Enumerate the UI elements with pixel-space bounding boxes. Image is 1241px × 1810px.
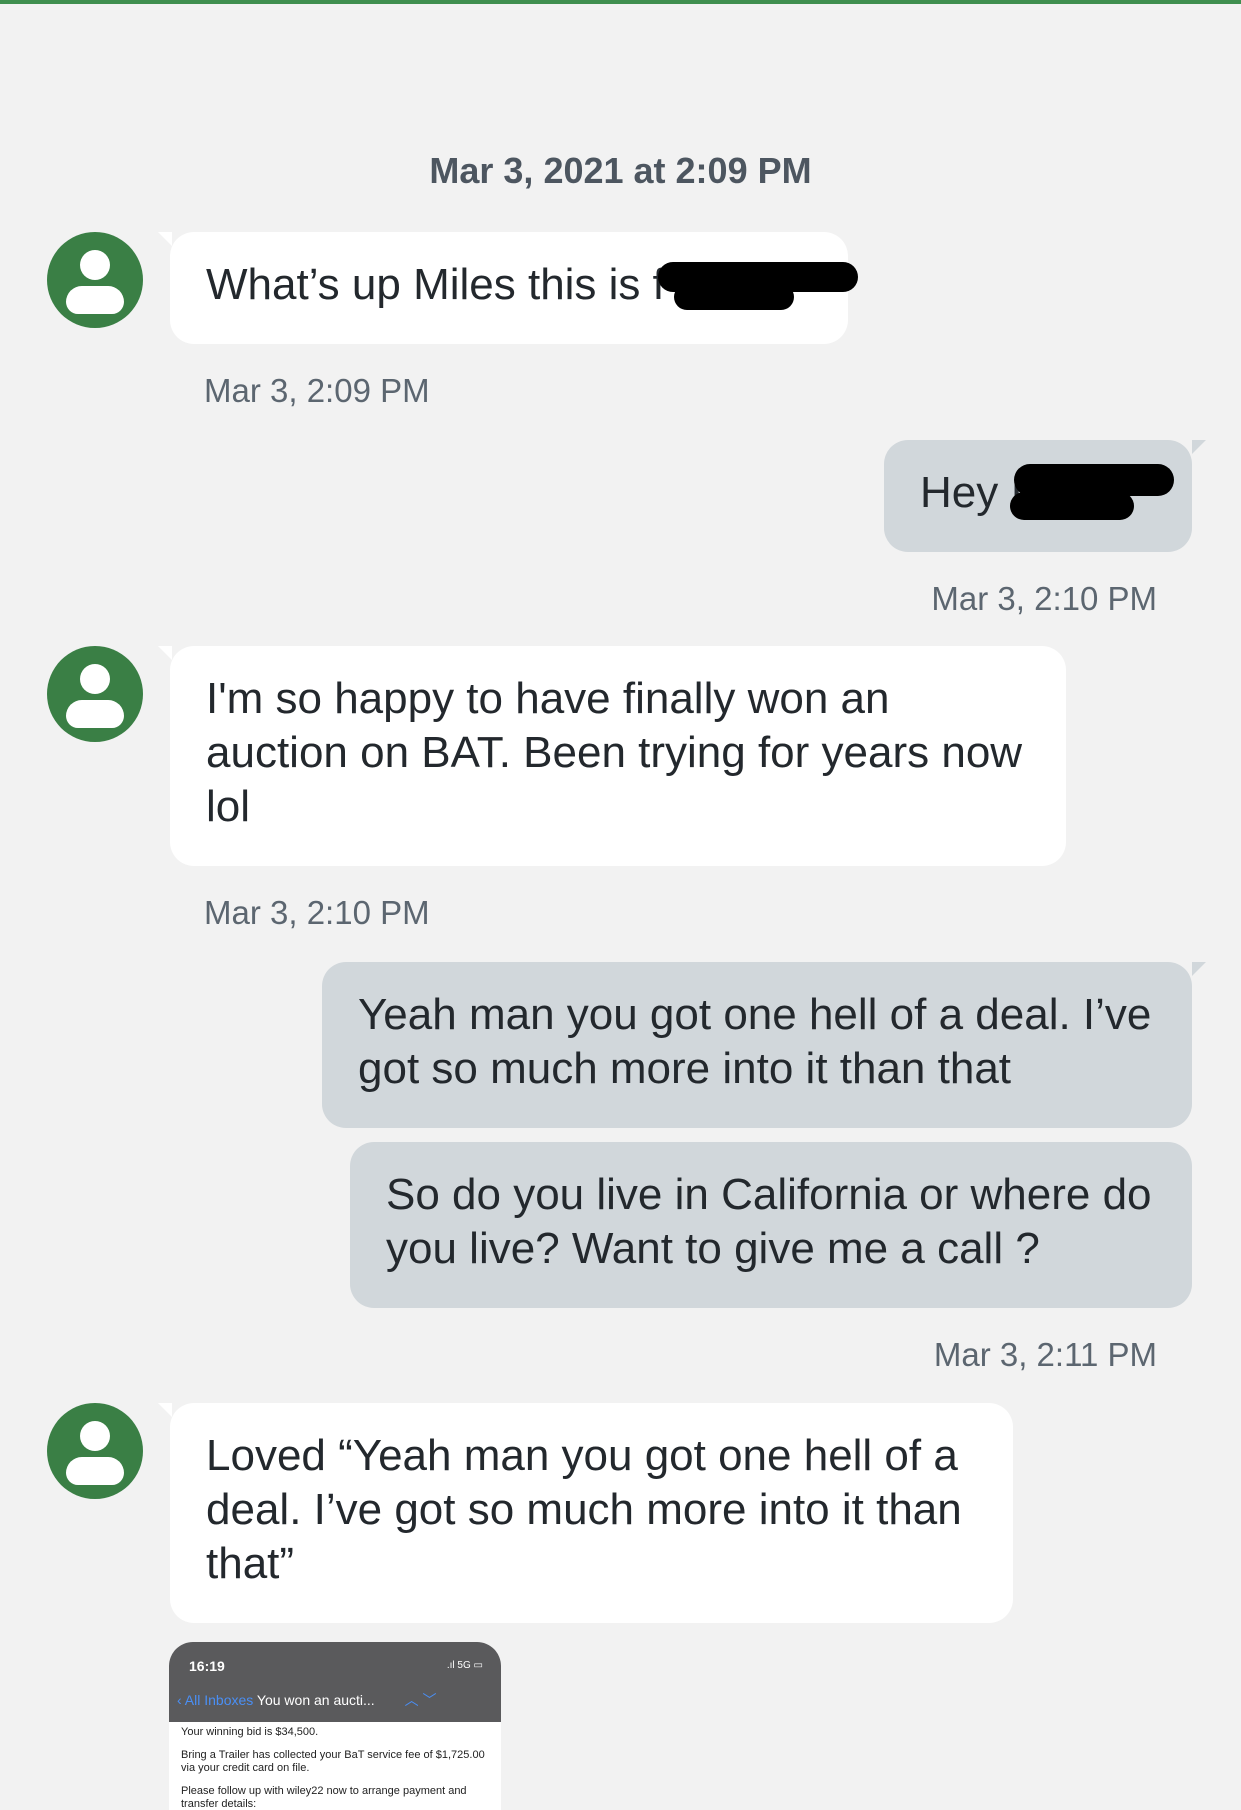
message-timestamp: Mar 3, 2:09 PM	[204, 372, 430, 409]
outgoing-message[interactable]: So do you live in California or where do…	[350, 1142, 1192, 1308]
incoming-message[interactable]: I'm so happy to have finally won an auct…	[158, 646, 1066, 866]
mail-line: Please follow up with wiley22 now to arr…	[181, 1785, 467, 1810]
message-text: Hey I	[920, 468, 1023, 517]
message-text: I'm so happy to have finally won an auct…	[206, 674, 1023, 831]
incoming-message[interactable]: What’s up Miles this is f	[158, 232, 858, 344]
outgoing-message[interactable]: Hey I	[884, 440, 1206, 552]
message-text: So do you live in California or where do…	[386, 1170, 1152, 1273]
contact-avatar-icon[interactable]	[47, 232, 143, 328]
message-text: What’s up Miles this is f	[206, 260, 665, 309]
contact-avatar-icon[interactable]	[47, 646, 143, 742]
message-text: Loved “Yeah man you got one hell of a de…	[206, 1431, 962, 1588]
redaction-mark	[674, 284, 794, 310]
message-timestamp: Mar 3, 2:11 PM	[933, 1336, 1157, 1373]
conversation-date-header: Mar 3, 2021 at 2:09 PM	[429, 150, 812, 191]
mail-line: Your winning bid is $34,500.	[181, 1726, 319, 1738]
incoming-message[interactable]: Loved “Yeah man you got one hell of a de…	[158, 1403, 1013, 1623]
back-inboxes-link: ‹ All Inboxes	[177, 1692, 254, 1708]
message-timestamp: Mar 3, 2:10 PM	[204, 894, 430, 931]
contact-avatar-icon[interactable]	[47, 1403, 143, 1499]
nav-arrows-icon: ︿ ﹀	[404, 1692, 437, 1708]
attachment-mail-nav: ‹ All Inboxes You won an aucti... ︿ ﹀	[177, 1690, 436, 1710]
attachment-subject: You won an aucti...	[256, 1692, 375, 1708]
image-attachment[interactable]: 16:19 .ıl 5G ▭ ‹ All Inboxes You won an …	[169, 1642, 501, 1810]
message-text: Yeah man you got one hell of a deal. I’v…	[358, 990, 1152, 1093]
attachment-status-bar: 16:19 .ıl 5G ▭ ‹ All Inboxes You won an …	[169, 1642, 501, 1722]
mail-line: Bring a Trailer has collected your BaT s…	[181, 1749, 485, 1774]
attachment-status-time: 16:19	[189, 1658, 225, 1674]
attachment-mail-body: Your winning bid is $34,500. Bring a Tra…	[181, 1726, 493, 1810]
outgoing-message[interactable]: Yeah man you got one hell of a deal. I’v…	[322, 962, 1206, 1128]
signal-battery-icon: .ıl 5G ▭	[446, 1660, 483, 1671]
redaction-mark	[1010, 492, 1134, 520]
message-timestamp: Mar 3, 2:10 PM	[931, 580, 1157, 617]
top-accent-bar	[0, 0, 1241, 4]
